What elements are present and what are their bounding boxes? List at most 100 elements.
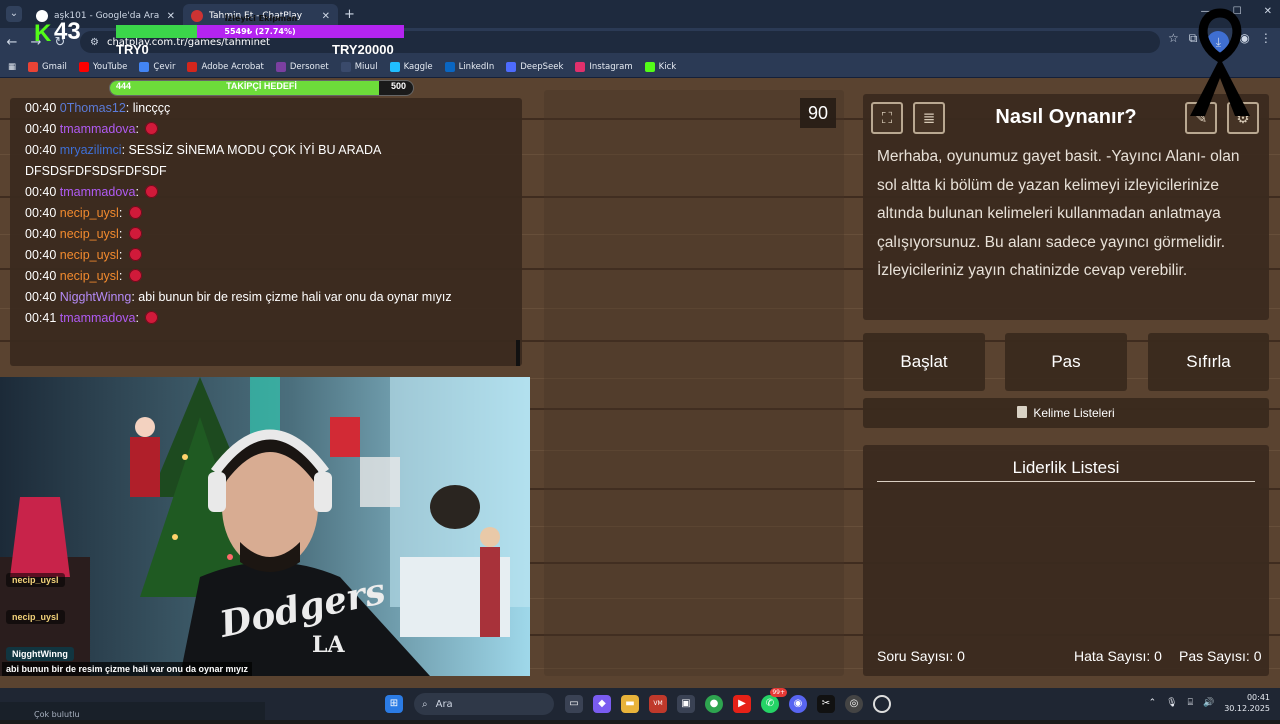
kick-count: 43 [54, 18, 81, 45]
bookmark-star-icon[interactable]: ☆ [1168, 31, 1179, 53]
chat-time: 00:40 [25, 122, 57, 136]
windows-taskbar: Çok bulutlu ⊞ ⌕ Ara ▭ ◆ ▬ VM ▣ ● ▶ ✆ 99+… [0, 688, 1280, 720]
chat-username[interactable]: necip_uysl [60, 206, 119, 220]
chat-time: 00:40 [25, 248, 57, 262]
windows-start-icon[interactable]: ⊞ [385, 695, 403, 713]
chat-username[interactable]: tmammadova [60, 122, 136, 136]
leaderboard-title: Liderlik Listesi [1012, 458, 1120, 477]
bookmark-favicon-icon [444, 61, 455, 72]
howto-text: Merhaba, oyunumuz gayet basit. -Yayıncı … [877, 148, 1240, 279]
chrome-icon[interactable]: ● [705, 695, 723, 713]
bookmark-favicon-icon [506, 61, 517, 72]
bookmark-item[interactable]: Instagram [575, 61, 633, 72]
follow-target: 500 [391, 81, 407, 91]
obs-icon[interactable]: ◎ [845, 695, 863, 713]
tray-chevron-icon[interactable]: ⌃ [1149, 698, 1157, 708]
taskbar-clock[interactable]: 00:41 30.12.2025 [1224, 692, 1270, 714]
pass-count: Pas Sayısı: 0 [1179, 648, 1262, 664]
goal-left: TRY0 [116, 42, 149, 57]
youtube-icon[interactable]: ▶ [733, 695, 751, 713]
whatsapp-icon[interactable]: ✆ 99+ [761, 688, 787, 713]
microphone-icon[interactable]: 🎙 [1166, 698, 1177, 708]
app-circle-icon[interactable] [873, 695, 891, 713]
cam-chat-message: abi bunun bir de resim çizme hali var on… [2, 662, 253, 676]
cam-chat-nick-1: necip_uysl [6, 573, 65, 587]
follow-goal-label: TAKİPÇİ HEDEFİ [226, 81, 297, 91]
heart-emote-icon [128, 227, 142, 240]
chat-time: 00:40 [25, 206, 57, 220]
file-explorer-icon[interactable]: ▬ [621, 695, 639, 713]
chat-scrollbar[interactable] [516, 340, 520, 366]
chat-message: 00:40 tmammadova: [25, 182, 507, 203]
taskbar-search[interactable]: ⌕ Ara [414, 693, 554, 715]
reset-button[interactable]: Sıfırla [1148, 333, 1269, 391]
jersey-la-logo: LA [312, 632, 345, 658]
chat-time: 00:40 [25, 227, 57, 241]
heart-emote-icon [128, 206, 142, 219]
chat-username[interactable]: mryazilimci [60, 143, 122, 157]
start-button[interactable]: Başlat [863, 333, 985, 391]
chat-username[interactable]: necip_uysl [60, 227, 119, 241]
chat-username[interactable]: NigghtWinng [60, 290, 132, 304]
stream-overlay: K 43 İzleyici Ekipman 5549₺ (27.74%) TRY… [0, 0, 420, 100]
bookmark-item[interactable]: Kick [644, 61, 677, 72]
chat-message: 00:40 necip_uysl: [25, 224, 507, 245]
chat-username[interactable]: necip_uysl [60, 248, 119, 262]
voice-meeter-icon[interactable]: VM [649, 695, 667, 713]
chat-message: 00:40 tmammadova: [25, 119, 507, 140]
store-icon[interactable]: ▣ [677, 695, 695, 713]
error-count: Hata Sayısı: 0 [1074, 648, 1162, 664]
chat-message: 00:40 necip_uysl: [25, 203, 507, 224]
pass-button[interactable]: Pas [1005, 333, 1127, 391]
task-view-icon[interactable]: ▭ [565, 695, 583, 713]
copilot-icon[interactable]: ◆ [593, 695, 611, 713]
black-ribbon-icon [1190, 8, 1250, 116]
bookmark-favicon-icon [575, 61, 586, 72]
cam-chat-nick: necip_uysl [12, 575, 59, 585]
kick-logo-icon: K [34, 20, 52, 47]
menu-icon[interactable]: ⋮ [1260, 31, 1272, 53]
weather-widget[interactable]: Çok bulutlu [0, 702, 265, 720]
heart-emote-icon [145, 311, 159, 324]
network-icon[interactable]: ⌸ [1188, 698, 1193, 708]
close-window-icon[interactable]: ✕ [1264, 6, 1272, 17]
discord-icon[interactable]: ◉ [789, 695, 807, 713]
leaderboard-panel: Liderlik Listesi Soru Sayısı: 0 Hata Say… [863, 445, 1269, 676]
chat-time: 00:40 [25, 101, 57, 115]
chat-panel: 00:40 0Thomas12: lincççç 00:40 tmammadova… [10, 98, 522, 366]
timer: 90 [800, 98, 836, 128]
goal-right: TRY20000 [332, 42, 394, 57]
chat-time: 00:41 [25, 311, 57, 325]
goal-name: İzleyici Ekipman [224, 14, 298, 23]
chat-text: abi bunun bir de resim çizme hali var on… [138, 290, 452, 304]
heart-emote-icon [128, 248, 142, 261]
chat-time: 00:40 [25, 290, 57, 304]
chat-message: 00:40 0Thomas12: lincççç [25, 101, 171, 115]
bookmark-label: Kick [658, 61, 677, 72]
game-stage: 00:40 0Thomas12: lincççç 00:40 tmammadova… [0, 78, 1280, 688]
howto-panel: ⛶ ≣ ✎ ⚙ Nasıl Oynanır? Merhaba, oyunumuz… [863, 94, 1269, 320]
chat-message: 00:41 tmammadova: [25, 308, 507, 329]
chat-time: 00:40 [25, 185, 57, 199]
chat-username[interactable]: tmammadova [60, 311, 136, 325]
word-lists-button[interactable]: Kelime Listeleri [863, 398, 1269, 428]
chat-messages: 00:40 0Thomas12: lincççç 00:40 tmammadova… [25, 98, 507, 329]
volume-icon[interactable]: 🔊 [1203, 698, 1214, 708]
cam-chat-nick-3: NigghtWinng [6, 647, 74, 661]
goal-progress-text: 5549₺ (27.74%) [224, 27, 296, 36]
chat-username[interactable]: necip_uysl [60, 269, 119, 283]
chat-username[interactable]: tmammadova [60, 185, 136, 199]
capcut-icon[interactable]: ✂ [817, 695, 835, 713]
webcam-feed: Dodgers LA necip_uysl necip_uysl NigghtW… [0, 377, 530, 676]
bookmark-item[interactable]: DeepSeek [506, 61, 563, 72]
notification-badge: 99+ [770, 688, 787, 697]
search-icon: ⌕ [422, 698, 428, 710]
bookmark-favicon-icon [644, 61, 655, 72]
chat-time: 00:40 [25, 269, 57, 283]
clipboard-icon [1017, 406, 1028, 418]
clock-date: 30.12.2025 [1224, 704, 1270, 713]
clock-time: 00:41 [1246, 693, 1270, 702]
chat-username[interactable]: 0Thomas12 [60, 101, 126, 115]
bookmark-item[interactable]: LinkedIn [444, 61, 495, 72]
bookmark-label: LinkedIn [458, 61, 495, 72]
